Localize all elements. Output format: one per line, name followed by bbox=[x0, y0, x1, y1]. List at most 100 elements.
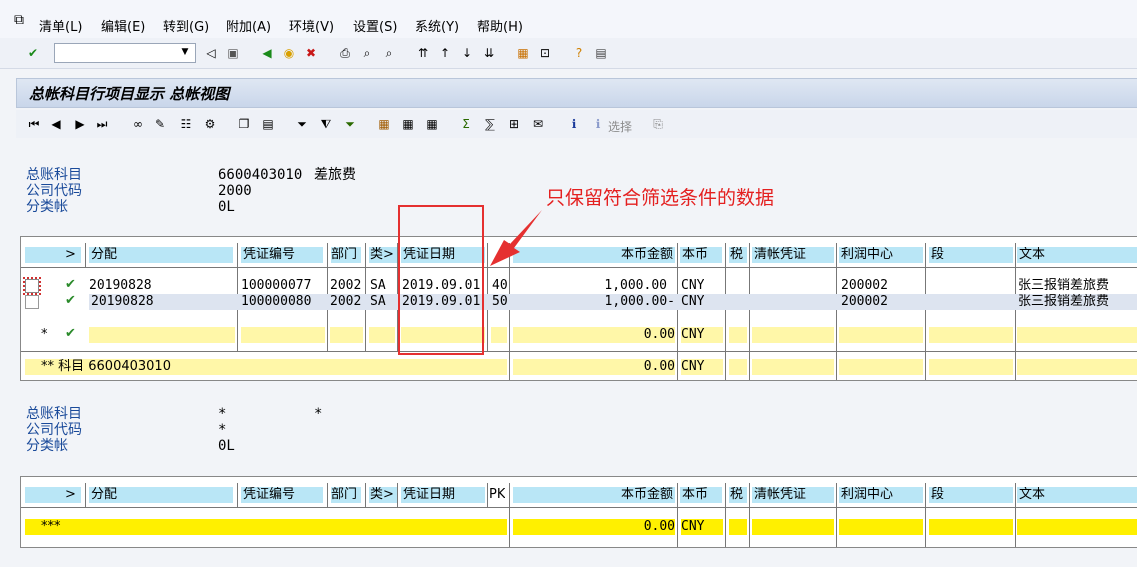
column-amount[interactable]: 本币金额 bbox=[513, 487, 673, 503]
row-select-checkbox[interactable] bbox=[25, 295, 39, 309]
find-next-icon[interactable]: ⌕ bbox=[380, 44, 398, 62]
check-icon: ✔ bbox=[65, 326, 76, 341]
column-text[interactable]: 文本 bbox=[1019, 487, 1045, 503]
annotation-arrow bbox=[490, 210, 542, 266]
export-icon[interactable]: ⊞ bbox=[506, 116, 522, 132]
select-label[interactable]: 选择 bbox=[608, 118, 632, 135]
menu-goto[interactable]: 转到(G) bbox=[163, 16, 209, 35]
total-icon[interactable]: Σ bbox=[458, 116, 474, 132]
column-doc-type[interactable]: 类> bbox=[370, 247, 394, 263]
enter-icon[interactable]: ✔ bbox=[24, 44, 42, 62]
next-icon[interactable]: ▶ bbox=[72, 116, 88, 132]
save-icon[interactable]: ▣ bbox=[224, 44, 242, 62]
cell-amount: 1,000.00- bbox=[604, 294, 675, 309]
menu-settings[interactable]: 设置(S) bbox=[353, 16, 397, 35]
filter-icon[interactable]: ⏷ bbox=[294, 116, 310, 132]
cell-doc-type: SA bbox=[370, 294, 386, 309]
prev-page-icon[interactable]: ↑ bbox=[436, 44, 454, 62]
check-icon: ✔ bbox=[65, 277, 76, 292]
column-segment[interactable]: 段 bbox=[931, 487, 944, 503]
cell-amount: 1,000.00 bbox=[604, 278, 667, 293]
sort-icon[interactable]: ⧨ bbox=[318, 116, 334, 132]
print-icon[interactable]: ⎙ bbox=[336, 44, 354, 62]
gl-account-name: 差旅费 bbox=[314, 167, 356, 183]
command-field[interactable] bbox=[54, 43, 196, 63]
back-small-icon[interactable]: ◁ bbox=[202, 44, 220, 62]
column-clearing-doc[interactable]: 清帐凭证 bbox=[754, 247, 806, 263]
column-expand-header[interactable]: > bbox=[65, 247, 76, 263]
line-items-table: > 分配 凭证编号 部门 类> 凭证日期 本币金额 本币 税 清帐凭证 利润中心… bbox=[20, 236, 1137, 381]
column-profit-center[interactable]: 利润中心 bbox=[841, 247, 893, 263]
row-select-checkbox[interactable] bbox=[23, 277, 41, 295]
column-department[interactable]: 部门 bbox=[331, 247, 357, 263]
menu-extras[interactable]: 附加(A) bbox=[226, 16, 271, 35]
previous-icon[interactable]: ◀ bbox=[48, 116, 64, 132]
cell-pk: 50 bbox=[492, 294, 508, 309]
cell-tax bbox=[731, 278, 747, 294]
column-tax[interactable]: 税 bbox=[730, 487, 743, 503]
back-icon[interactable]: ◀ bbox=[258, 44, 276, 62]
subtotal-amount: 0.00 bbox=[513, 327, 675, 343]
cell-text: 张三报销差旅费 bbox=[1018, 294, 1110, 309]
document-icon[interactable]: ⚙ bbox=[202, 116, 218, 132]
next-page-icon[interactable]: ↓ bbox=[458, 44, 476, 62]
first-page-icon[interactable]: ⇈ bbox=[414, 44, 432, 62]
column-doc-number[interactable]: 凭证编号 bbox=[243, 487, 295, 503]
cell-doc-number: 100000077 bbox=[241, 278, 312, 293]
scroll-icon[interactable]: ⎘ bbox=[650, 116, 666, 132]
column-clearing-doc[interactable]: 清帐凭证 bbox=[754, 487, 806, 503]
column-expand-header[interactable]: > bbox=[65, 487, 76, 503]
mail-icon[interactable]: ✉ bbox=[530, 116, 546, 132]
display-icon[interactable]: ∞ bbox=[130, 116, 146, 132]
column-pk[interactable]: PK bbox=[489, 487, 505, 503]
last-page-icon[interactable]: ⇊ bbox=[480, 44, 498, 62]
company-code-label-2: 公司代码 bbox=[26, 422, 82, 438]
menu-system[interactable]: 系统(Y) bbox=[415, 16, 459, 35]
cell-doc-number: 100000080 bbox=[241, 294, 312, 309]
info-icon[interactable]: ℹ bbox=[566, 116, 582, 132]
menu-icon[interactable]: ⧉ bbox=[14, 12, 24, 28]
menu-edit[interactable]: 编辑(E) bbox=[101, 16, 145, 35]
find-icon[interactable]: ⌕ bbox=[358, 44, 376, 62]
cell-text: 张三报销差旅费 bbox=[1018, 278, 1110, 293]
last-icon[interactable]: ⏭ bbox=[94, 116, 110, 132]
select-icon[interactable]: ℹ bbox=[590, 116, 606, 132]
exit-icon[interactable]: ◉ bbox=[280, 44, 298, 62]
column-department[interactable]: 部门 bbox=[331, 487, 357, 503]
new-session-icon[interactable]: ▦ bbox=[514, 44, 532, 62]
help-icon[interactable]: ? bbox=[570, 44, 588, 62]
save-layout-icon[interactable]: ▦ bbox=[424, 116, 440, 132]
column-tax[interactable]: 税 bbox=[730, 247, 743, 263]
column-doc-type[interactable]: 类> bbox=[370, 487, 394, 503]
subtotal-icon[interactable]: ⅀ bbox=[482, 116, 498, 132]
shortcut-icon[interactable]: ⊡ bbox=[536, 44, 554, 62]
copy-icon[interactable]: ❐ bbox=[236, 116, 252, 132]
layout-menu-icon[interactable]: ▤ bbox=[592, 44, 610, 62]
command-dropdown-icon[interactable]: ▼ bbox=[178, 44, 192, 60]
column-profit-center[interactable]: 利润中心 bbox=[841, 487, 893, 503]
menu-help[interactable]: 帮助(H) bbox=[477, 16, 523, 35]
column-text[interactable]: 文本 bbox=[1019, 247, 1045, 263]
column-assignment[interactable]: 分配 bbox=[91, 487, 117, 503]
column-currency[interactable]: 本币 bbox=[682, 247, 708, 263]
info-doc-icon[interactable]: ▤ bbox=[260, 116, 276, 132]
first-icon[interactable]: ⏮ bbox=[26, 116, 42, 132]
column-doc-date[interactable]: 凭证日期 bbox=[403, 487, 455, 503]
details-icon[interactable]: ☷ bbox=[178, 116, 194, 132]
column-segment[interactable]: 段 bbox=[931, 247, 944, 263]
cell-currency: CNY bbox=[681, 278, 705, 293]
column-doc-number[interactable]: 凭证编号 bbox=[243, 247, 295, 263]
column-assignment[interactable]: 分配 bbox=[91, 247, 117, 263]
cancel-icon[interactable]: ✖ bbox=[302, 44, 320, 62]
change-icon[interactable]: ✎ bbox=[152, 116, 168, 132]
account-total-label: ** 科目 6600403010 bbox=[25, 359, 507, 375]
gl-account-value-2: * bbox=[218, 406, 227, 422]
layout-icon[interactable]: ▦ bbox=[376, 116, 392, 132]
title-bar: 总帐科目行项目显示 总帐视图 bbox=[16, 78, 1137, 108]
column-currency[interactable]: 本币 bbox=[682, 487, 708, 503]
menu-list[interactable]: 清单(L) bbox=[39, 16, 82, 35]
menu-environment[interactable]: 环境(V) bbox=[289, 16, 334, 35]
subtotal-filter-icon[interactable]: ⏷ bbox=[342, 116, 358, 132]
grand-total-currency: CNY bbox=[681, 519, 723, 535]
change-layout-icon[interactable]: ▦ bbox=[400, 116, 416, 132]
